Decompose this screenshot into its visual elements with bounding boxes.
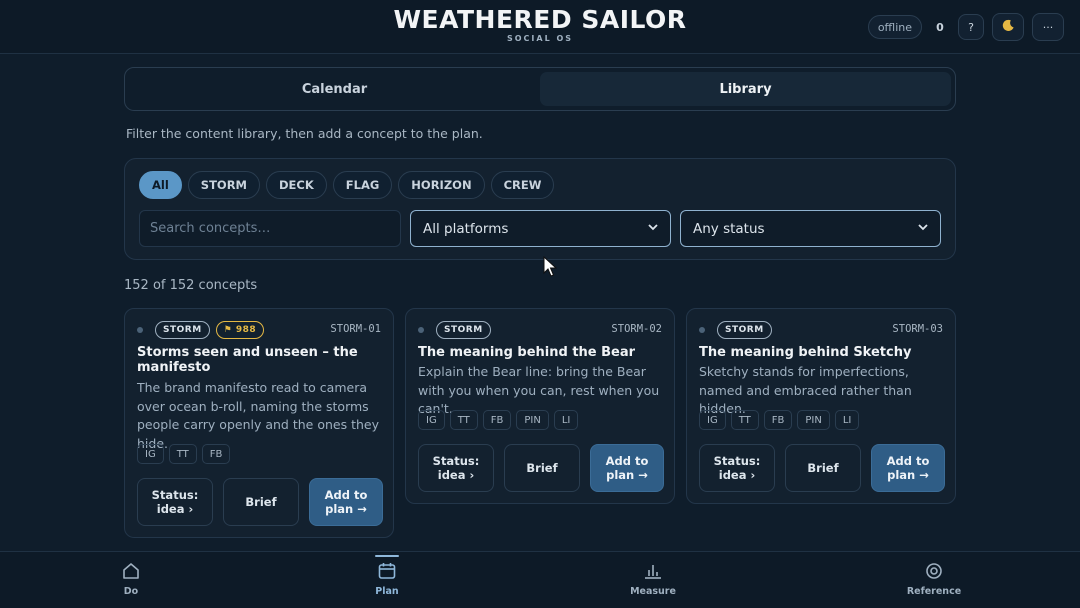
platform-tag: FB (482, 410, 512, 430)
calendar-icon (347, 560, 427, 582)
bar-chart-icon (613, 560, 693, 582)
chip-crew[interactable]: CREW (490, 171, 555, 199)
platform-tag: PIN (516, 410, 549, 430)
add-to-plan-button[interactable]: Add to plan → (590, 444, 664, 492)
search-placeholder: Search concepts… (150, 221, 271, 236)
connection-status: offline (867, 15, 922, 39)
notification-count[interactable]: 0 (930, 21, 950, 34)
chip-deck[interactable]: DECK (266, 171, 327, 199)
card-header: STORM STORM-03 (699, 321, 943, 339)
status-select[interactable]: Any status (680, 210, 941, 247)
moon-icon (1002, 19, 1015, 35)
view-tabs: Calendar Library (124, 67, 956, 111)
platform-tag: TT (449, 410, 478, 430)
nav-reference[interactable]: Reference (894, 560, 974, 597)
category-tag: STORM (155, 321, 210, 339)
platform-tag: FB (201, 444, 231, 464)
platform-tag: LI (553, 410, 579, 430)
help-button[interactable]: ? (958, 14, 984, 40)
nav-label: Reference (906, 586, 962, 597)
help-icon: ? (968, 20, 974, 34)
card-header: STORM ⚑ 988 STORM-01 (137, 321, 381, 339)
theme-toggle-button[interactable] (992, 13, 1024, 41)
tab-library[interactable]: Library (540, 72, 951, 106)
chip-storm[interactable]: STORM (187, 171, 260, 199)
chip-all[interactable]: All (139, 171, 182, 199)
card-actions: Status: idea › Brief Add to plan → (418, 444, 664, 492)
status-select-value: Any status (693, 220, 765, 237)
card-header: STORM STORM-02 (418, 321, 662, 339)
card-title: The meaning behind Sketchy (699, 345, 912, 360)
score-badge: ⚑ 988 (215, 321, 265, 339)
platform-list: IG TT FB PIN LI (418, 410, 579, 430)
filter-panel: All STORM DECK FLAG HORIZON CREW Search … (124, 158, 956, 260)
concept-code: STORM-03 (892, 323, 943, 335)
chevron-down-icon (918, 223, 928, 234)
nav-label: Do (123, 586, 139, 597)
chip-flag[interactable]: FLAG (332, 171, 393, 199)
platform-tag: LI (834, 410, 860, 430)
add-to-plan-button[interactable]: Add to plan → (309, 478, 383, 526)
concept-card: STORM ⚑ 988 STORM-01 Storms seen and uns… (124, 308, 394, 538)
status-button[interactable]: Status: idea › (699, 444, 775, 492)
status-button[interactable]: Status: idea › (137, 478, 213, 526)
chevron-down-icon (648, 223, 658, 234)
category-tag: STORM (436, 321, 491, 339)
platform-tag: IG (418, 410, 445, 430)
brief-button[interactable]: Brief (785, 444, 861, 492)
nav-measure[interactable]: Measure (613, 560, 693, 597)
nav-label: Plan (375, 586, 399, 597)
platform-tag: TT (168, 444, 197, 464)
category-chips: All STORM DECK FLAG HORIZON CREW (139, 171, 555, 199)
brief-button[interactable]: Brief (223, 478, 299, 526)
active-nav-indicator (375, 555, 399, 557)
status-dot (137, 327, 143, 333)
nav-do[interactable]: Do (91, 560, 171, 597)
platform-list: IG TT FB (137, 444, 231, 464)
nav-label: Measure (630, 586, 676, 597)
card-title: Storms seen and unseen – the manifesto (137, 345, 358, 375)
status-dot (699, 327, 705, 333)
brief-button[interactable]: Brief (504, 444, 580, 492)
status-button[interactable]: Status: idea › (418, 444, 494, 492)
nav-plan[interactable]: Plan (347, 560, 427, 597)
card-description: The brand manifesto read to camera over … (137, 380, 379, 451)
card-title: The meaning behind the Bear (418, 345, 636, 360)
more-icon: ··· (1042, 20, 1054, 34)
search-input[interactable]: Search concepts… (139, 210, 401, 247)
platform-list: IG TT FB PIN LI (699, 410, 860, 430)
library-hint: Filter the content library, then add a c… (126, 126, 483, 141)
top-bar: WEATHERED SAILOR SOCIAL OS offline 0 ? ·… (0, 0, 1080, 54)
tab-calendar[interactable]: Calendar (129, 72, 540, 106)
more-menu-button[interactable]: ··· (1032, 13, 1064, 41)
platform-tag: IG (137, 444, 164, 464)
status-dot (418, 327, 424, 333)
home-icon (91, 560, 171, 582)
chip-horizon[interactable]: HORIZON (398, 171, 485, 199)
category-tag: STORM (717, 321, 772, 339)
concept-card: STORM STORM-03 The meaning behind Sketch… (686, 308, 956, 504)
concept-code: STORM-02 (611, 323, 662, 335)
platform-tag: TT (730, 410, 759, 430)
platform-tag: PIN (797, 410, 830, 430)
platform-select[interactable]: All platforms (410, 210, 671, 247)
add-to-plan-button[interactable]: Add to plan → (871, 444, 945, 492)
concept-code: STORM-01 (330, 323, 381, 335)
result-count: 152 of 152 concepts (124, 278, 258, 293)
platform-tag: IG (699, 410, 726, 430)
bottom-nav: Do Plan Measure Reference (0, 551, 1080, 608)
card-actions: Status: idea › Brief Add to plan → (699, 444, 945, 492)
concept-card: STORM STORM-02 The meaning behind the Be… (405, 308, 675, 504)
platform-tag: FB (763, 410, 793, 430)
platform-select-value: All platforms (423, 220, 509, 237)
target-icon (894, 560, 974, 582)
mouse-cursor-icon (543, 255, 558, 282)
card-actions: Status: idea › Brief Add to plan → (137, 478, 383, 526)
top-actions: offline 0 ? ··· (867, 13, 1064, 41)
